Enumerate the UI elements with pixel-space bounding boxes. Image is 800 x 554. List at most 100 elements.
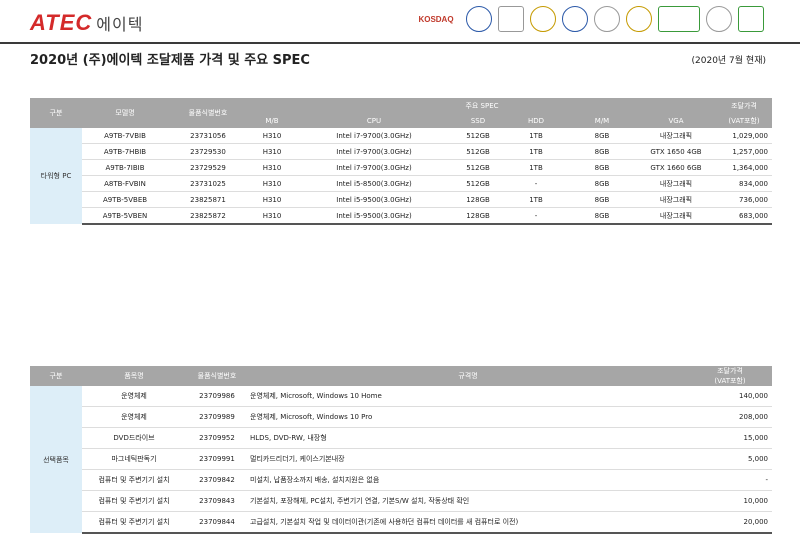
product-no-cell: 23825872 [168,207,248,225]
item-name-cell: 컴퓨터 및 주변기기 설치 [82,511,186,534]
col-product-no: 물품식별번호 [168,98,248,128]
seal-badge-5-icon [594,6,620,32]
mb-cell: H310 [248,128,296,144]
spec-cell: 고급설치, 기본설치 작업 및 데이터이관(기존에 사용하던 컴퓨터 데이터를 … [248,511,688,534]
col-ssd: SSD [452,113,504,128]
price-cell: 1,029,000 [716,128,772,144]
col-price: 조달가격 [716,98,772,113]
seal-badge-4-icon [562,6,588,32]
item-name-cell: 컴퓨터 및 주변기기 설치 [82,490,186,512]
mm-cell: 8GB [568,175,636,192]
col-hdd: HDD [504,113,568,128]
cpu-cell: Intel i7-9700(3.0GHz) [296,128,452,144]
col-price-sub: (VAT포함) [716,113,772,128]
table-header-row: 구분 모델명 물품식별번호 주요 SPEC 조달가격 [30,98,772,128]
model-cell: A9TB-7VBIB [82,128,168,144]
product-no-cell: 23709986 [186,386,248,407]
table-row: 선택품목 운영체제 23709986 운영체제, Microsoft, Wind… [30,386,772,533]
product-no-cell: 23709952 [186,427,248,449]
price-cell: 1,257,000 [716,143,772,160]
model-cell: A9TB-7HBIB [82,143,168,160]
col-gubun: 구분 [30,366,82,386]
price-cell: 208,000 [688,406,772,428]
table-header-row: 구분 품목명 물품식별번호 규격명 조달가격 (VAT포함) [30,366,772,386]
hdd-cell: - [504,207,568,225]
vga-cell: 내장그래픽 [636,175,716,192]
page-title: 2020년 (주)에이텍 조달제품 가격 및 주요 SPEC [30,53,310,68]
ssd-cell: 128GB [452,191,504,208]
product-no-cell: 23709991 [186,448,248,470]
price-cell: 736,000 [716,191,772,208]
table-row: A9TB-5VBEB 23825871 H310 Intel i5-9500(3… [30,191,772,208]
product-no-cell: 23825871 [168,191,248,208]
cpu-cell: Intel i5-9500(3.0GHz) [296,207,452,225]
ssd-cell: 512GB [452,159,504,176]
col-cpu: CPU [296,113,452,128]
vga-cell: 내장그래픽 [636,191,716,208]
price-cell: 5,000 [688,448,772,470]
col-spec: 규격명 [248,366,688,386]
col-vga: VGA [636,113,716,128]
col-mb: M/B [248,113,296,128]
price-cell: 15,000 [688,427,772,449]
table-row: A9TB-7HBIB 23729530 H310 Intel i7-9700(3… [30,143,772,160]
product-no-cell: 23709844 [186,511,248,534]
item-name-cell: 운영체제 [82,406,186,428]
hdd-cell: 1TB [504,191,568,208]
table-row: DVD드라이브 23709952 HLDS, DVD-RW, 내장형 15,00… [30,427,772,449]
item-name-cell: DVD드라이브 [82,427,186,449]
cpu-cell: Intel i5-9500(3.0GHz) [296,191,452,208]
product-no-cell: 23731025 [168,175,248,192]
spec-cell: 멀티카드리더기, 케이스기본내장 [248,448,688,470]
seal-badge-3-icon [530,6,556,32]
table-row: 타워형 PC A9TB-7VBIB 23731056 H310 Intel i7… [30,128,772,224]
table-row: 마그네틱판독기 23709991 멀티카드리더기, 케이스기본내장 5,000 [30,448,772,470]
mm-cell: 8GB [568,143,636,160]
col-model: 모델명 [82,98,168,128]
col-mm: M/M [568,113,636,128]
price-cell: 140,000 [688,386,772,407]
mb-cell: H310 [248,175,296,192]
seal-badge-2-icon [498,6,524,32]
seal-badge-1-icon [466,6,492,32]
cpu-cell: Intel i5-8500(3.0GHz) [296,175,452,192]
pc-price-table: 구분 모델명 물품식별번호 주요 SPEC 조달가격 M/B CPU SSD H… [30,98,772,225]
product-no-cell: 23709989 [186,406,248,428]
logo-text: ATEC [30,10,93,35]
table-row: A9TB-7IBIB 23729529 H310 Intel i7-9700(3… [30,159,772,176]
spec-cell: 운영체제, Microsoft, Windows 10 Pro [248,406,688,428]
mm-cell: 8GB [568,159,636,176]
certification-badges: KOSDAQ [412,6,764,32]
vga-cell: GTX 1660 6GB [636,159,716,176]
spec-cell: 운영체제, Microsoft, Windows 10 Home [248,386,688,407]
model-cell: A9TB-5VBEB [82,191,168,208]
item-name-cell: 컴퓨터 및 주변기기 설치 [82,469,186,491]
group-cell: 선택품목 [30,386,82,533]
product-no-cell: 23729530 [168,143,248,160]
product-no-cell: 23729529 [168,159,248,176]
ssd-cell: 512GB [452,175,504,192]
col-spec-group: 주요 SPEC [248,98,716,113]
date-note: (2020년 7월 현재) [691,56,767,66]
mm-cell: 8GB [568,128,636,144]
spec-cell: HLDS, DVD-RW, 내장형 [248,427,688,449]
logo-korean-text: 에이텍 [96,15,144,34]
option-price-table: 구분 품목명 물품식별번호 규격명 조달가격 (VAT포함) 선택품목 운영체제 … [30,366,772,534]
table-row: 컴퓨터 및 주변기기 설치 23709842 미설치, 납품장소까지 배송, 설… [30,469,772,491]
table-row: 컴퓨터 및 주변기기 설치 23709844 고급설치, 기본설치 작업 및 데… [30,511,772,534]
eco-badge-icon [658,6,700,32]
product-no-cell: 23709843 [186,490,248,512]
model-cell: A9TB-7IBIB [82,159,168,176]
page-header: ATEC 에이텍 KOSDAQ [0,0,800,44]
mm-cell: 8GB [568,207,636,225]
group-cell: 타워형 PC [30,128,82,224]
seal-badge-6-icon [626,6,652,32]
mb-cell: H310 [248,159,296,176]
table-row: A8TB-FVBIN 23731025 H310 Intel i5-8500(3… [30,175,772,192]
price-cell: 1,364,000 [716,159,772,176]
mb-cell: H310 [248,191,296,208]
hdd-cell: 1TB [504,143,568,160]
spec-cell: 미설치, 납품장소까지 배송, 설치지원은 없음 [248,469,688,491]
taegeuk-badge-icon [706,6,732,32]
col-price-label: 조달가격 [717,367,743,375]
